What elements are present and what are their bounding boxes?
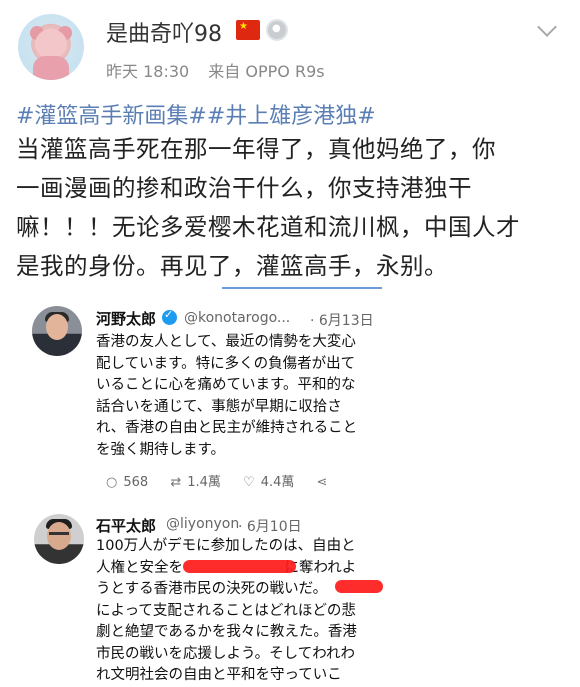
post-header: 是曲奇吖98 ★ ● 昨天 18:30 来自 OPPO R9s [0,0,580,90]
tweet-handle: @konotarogo... [184,310,291,326]
post-meta: 昨天 18:30 来自 OPPO R9s [106,58,339,82]
redaction-mark [335,580,383,593]
reply-count: 568 [123,475,149,490]
tweet-author-name: 石平太郎 [96,517,157,535]
like-button[interactable]: ♡ 4.4萬 [243,471,294,490]
post-body-line: 是我的身份。再见了，灌篮高手，永别。 [16,252,448,280]
medal-icon: ● [266,19,288,41]
tweet-body: 100万人がデモに参加したのは、自由と 人権と安全を に奪われよ うとする香港市… [96,538,357,683]
reply-button[interactable]: ○ 568 [106,475,148,490]
post-source: 来自 OPPO R9s [208,62,325,81]
tweet-date: · 6月10日 [238,519,302,535]
tweet-date: · 6月13日 [310,313,374,329]
avatar[interactable] [18,14,84,80]
tweet-avatar [34,514,84,564]
hashtag-link[interactable]: #灌篮高手新画集##井上雄彦港独# [16,98,376,130]
china-flag-icon: ★ [236,20,260,40]
divider [222,287,382,289]
tweet-body: 香港の友人として、最近の情勢を大変心 配しています。特に多くの負傷者が出て いる… [96,334,358,458]
share-button[interactable]: ⋖ [317,475,334,490]
post-body-line: 当灌篮高手死在那一年得了，真他妈绝了，你 [16,135,496,163]
like-count: 4.4萬 [260,475,295,490]
tweet-author-name: 河野太郎 [96,310,157,328]
post-body: 当灌篮高手死在那一年得了，真他妈绝了，你 一画漫画的掺和政治干什么，你支持港独干… [16,130,564,286]
share-icon: ⋖ [316,475,328,490]
tweet-handle: @liyonyon [166,516,240,532]
post-body-line: 嘛！！！无论多爱樱木花道和流川枫，中国人才 [16,213,520,241]
chevron-down-icon[interactable] [537,17,557,37]
post-body-line: 一画漫画的掺和政治干什么，你支持港独干 [16,174,472,202]
redaction-mark [183,560,296,573]
post-time: 昨天 18:30 [106,62,190,81]
tweet-avatar [32,306,82,356]
retweet-icon: ⇄ [170,475,182,490]
retweet-count: 1.4萬 [187,475,221,490]
username[interactable]: 是曲奇吖98 [106,16,222,48]
like-icon: ♡ [243,475,255,490]
retweet-button[interactable]: ⇄ 1.4萬 [170,471,221,490]
reply-icon: ○ [106,475,118,490]
tweet-actions: ○ 568 ⇄ 1.4萬 ♡ 4.4萬 ⋖ [106,471,351,490]
verified-icon: ✓ [162,308,177,325]
